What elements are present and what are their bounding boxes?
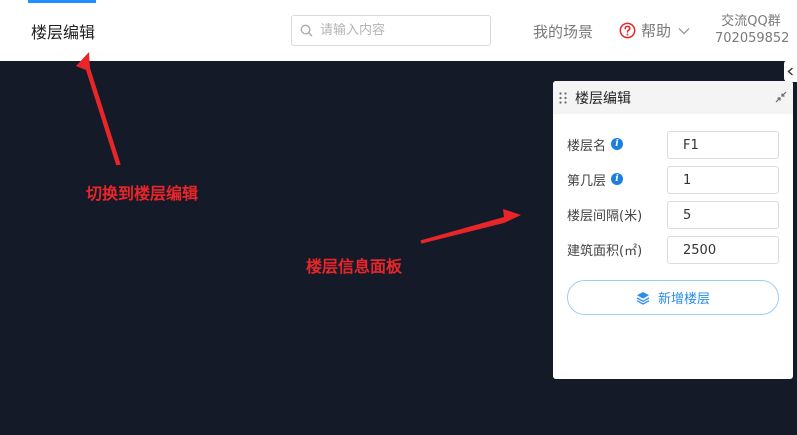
arrow-to-panel bbox=[420, 209, 521, 244]
info-icon[interactable]: i bbox=[611, 173, 624, 185]
collapse-icon[interactable] bbox=[775, 91, 787, 103]
arrow-to-tab bbox=[76, 52, 121, 166]
my-scenes-link[interactable]: 我的场景 bbox=[533, 21, 593, 42]
qq-group-number: 702059852 bbox=[715, 31, 790, 46]
field-label: 楼层名 bbox=[567, 138, 607, 154]
active-tab-indicator bbox=[28, 0, 96, 3]
switch-hint-annotation: 切换到楼层编辑 bbox=[86, 184, 199, 203]
drag-handle-icon[interactable] bbox=[559, 91, 569, 104]
search-icon bbox=[300, 24, 313, 37]
field-floor-name: 楼层名 i bbox=[567, 135, 624, 154]
top-bar: 楼层编辑 我的场景 帮助 交流QQ群 702059852 bbox=[0, 0, 797, 61]
field-label: 第几层 bbox=[567, 173, 607, 189]
field-floor-index: 第几层 i bbox=[567, 170, 624, 189]
search-box[interactable] bbox=[291, 15, 491, 46]
tab-floor-edit[interactable]: 楼层编辑 bbox=[31, 19, 95, 43]
panel-header[interactable]: 楼层编辑 bbox=[553, 81, 793, 114]
qq-group-info: 交流QQ群 702059852 bbox=[715, 13, 790, 47]
building-area-input[interactable] bbox=[667, 236, 779, 264]
field-floor-interval: 楼层间隔(米) bbox=[567, 205, 643, 224]
floor-edit-panel: 楼层编辑 楼层名 i 第几层 i 楼层间隔(米) 建筑面积(㎡) 新增楼层 bbox=[553, 81, 793, 379]
panel-title: 楼层编辑 bbox=[575, 90, 631, 107]
field-label: 楼层间隔(米) bbox=[567, 208, 643, 224]
floor-name-input[interactable] bbox=[667, 131, 779, 159]
add-floor-label: 新增楼层 bbox=[657, 292, 710, 307]
floor-index-input[interactable] bbox=[667, 166, 779, 194]
panel-hint-annotation: 楼层信息面板 bbox=[306, 257, 403, 276]
field-label: 建筑面积(㎡) bbox=[567, 243, 643, 259]
sidebar-toggle-button[interactable] bbox=[784, 60, 797, 82]
help-label: 帮助 bbox=[641, 22, 672, 40]
add-floor-button[interactable]: 新增楼层 bbox=[567, 280, 779, 315]
help-menu[interactable]: 帮助 bbox=[619, 20, 690, 41]
info-icon[interactable]: i bbox=[611, 138, 624, 150]
search-input[interactable] bbox=[320, 23, 480, 38]
layers-icon bbox=[636, 291, 650, 305]
qq-group-label: 交流QQ群 bbox=[721, 14, 781, 29]
chevron-left-icon bbox=[787, 66, 793, 76]
floor-interval-input[interactable] bbox=[667, 201, 779, 229]
question-circle-icon bbox=[619, 22, 636, 39]
field-building-area: 建筑面积(㎡) bbox=[567, 240, 643, 259]
chevron-down-icon bbox=[678, 27, 690, 34]
